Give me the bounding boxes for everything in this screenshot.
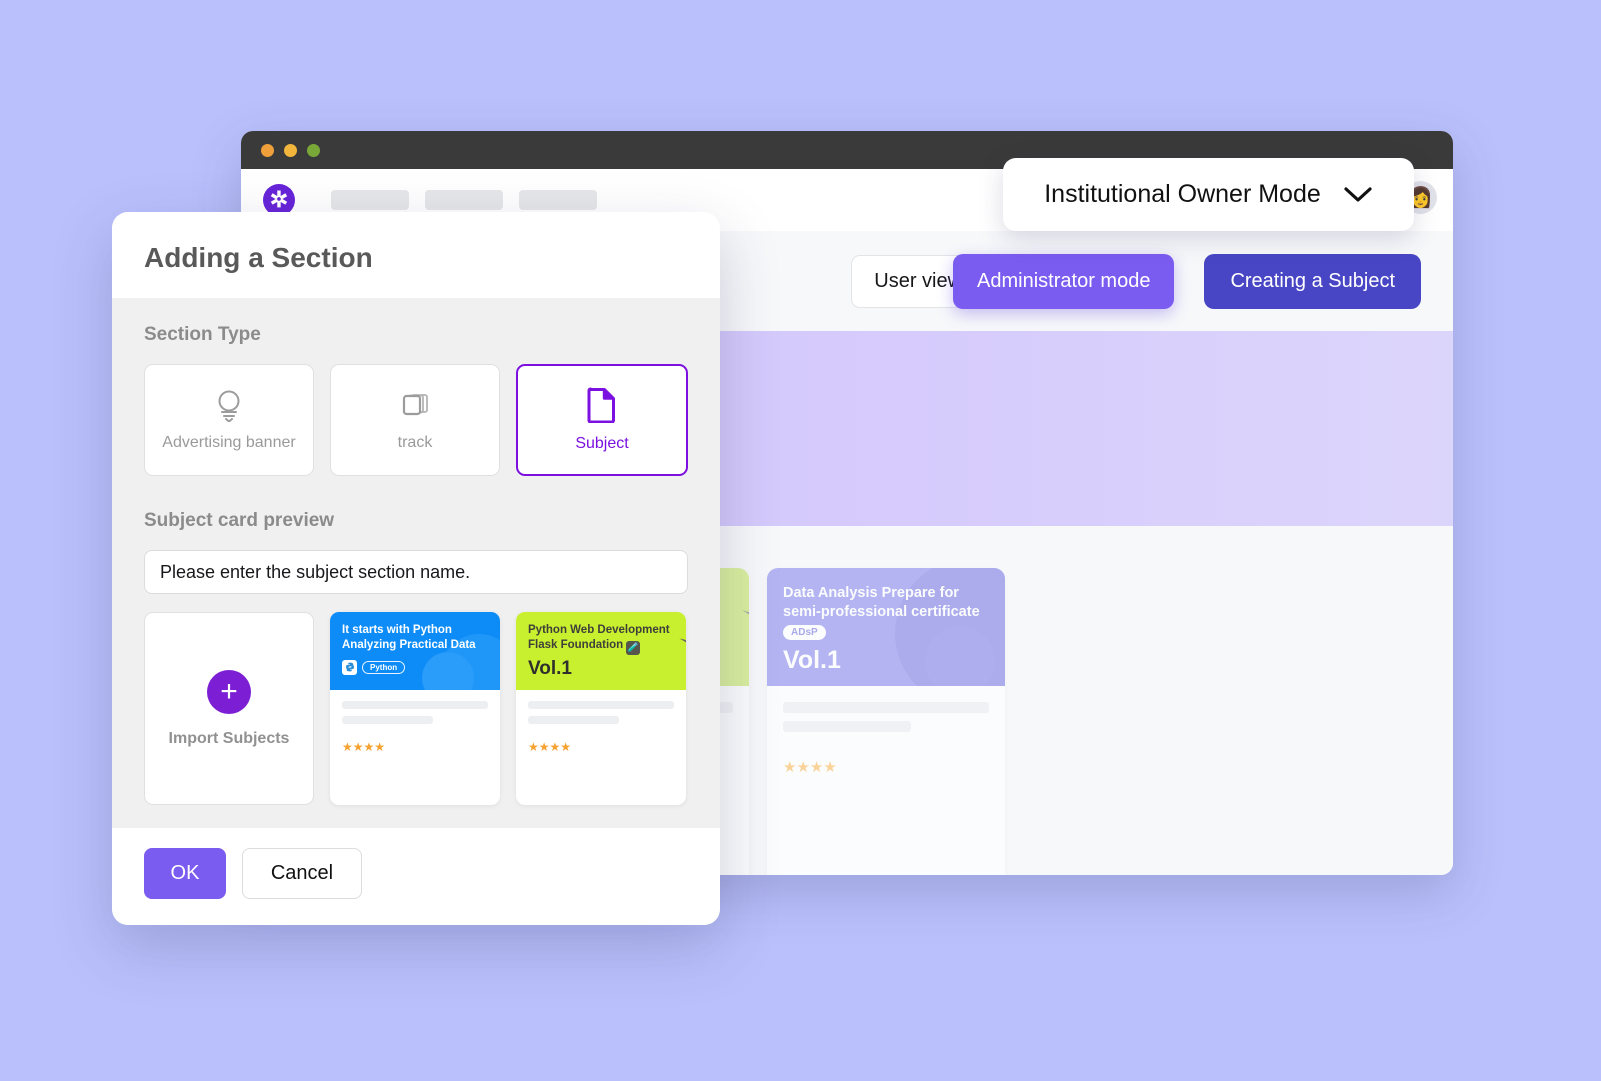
section-type-options: Advertising banner track Subject	[144, 364, 688, 476]
section-type-label-text: Subject	[575, 435, 629, 452]
card-body: ★★★★	[330, 690, 500, 765]
preview-cards-row: + Import Subjects It starts with Python …	[144, 612, 688, 805]
nav-placeholder-1[interactable]	[331, 190, 409, 210]
nav-placeholder-3[interactable]	[519, 190, 597, 210]
placeholder-bar	[783, 702, 989, 713]
python-tag: Python	[362, 660, 406, 674]
chevron-down-icon	[1343, 186, 1373, 204]
card-badges: Python	[342, 659, 488, 675]
plus-icon[interactable]: +	[207, 669, 251, 714]
layers-icon	[398, 388, 432, 422]
card-volume: Vol.1	[783, 646, 841, 675]
section-type-advertising-banner[interactable]: Advertising banner	[144, 364, 314, 476]
dialog-footer: OK Cancel	[112, 828, 720, 925]
cancel-button[interactable]: Cancel	[242, 848, 362, 899]
card-thumbnail: Data Analysis Prepare for semi-professio…	[767, 568, 1005, 686]
placeholder-bar	[528, 701, 674, 709]
card-title: Data Analysis Prepare for semi-professio…	[783, 585, 980, 620]
lightbulb-icon	[213, 388, 245, 422]
dialog-title: Adding a Section	[144, 242, 373, 273]
section-type-subject[interactable]: Subject	[516, 364, 688, 476]
administrator-mode-button[interactable]: Administrator mode	[953, 253, 1175, 309]
import-subjects-tile[interactable]: + Import Subjects	[144, 612, 314, 805]
adding-a-section-dialog: Adding a Section Section Type Advertisin…	[112, 212, 720, 925]
subject-card-preview-label: Subject card preview	[144, 510, 335, 531]
subject-section-name-input[interactable]	[144, 550, 688, 594]
rating-stars: ★★★★	[528, 740, 572, 754]
card-title: Python Web Development Flask Foundation🧪	[528, 623, 674, 655]
card-body: ★★★★	[767, 686, 1005, 792]
python-icon	[342, 659, 357, 675]
subject-card[interactable]: Data Analysis Prepare for semi-professio…	[767, 568, 1005, 875]
dialog-body: Section Type Advertising banner track Su…	[112, 298, 720, 828]
preview-card[interactable]: Python Web Development Flask Foundation 🧪…	[516, 612, 686, 805]
preview-card[interactable]: It starts with Python Analyzing Practica…	[330, 612, 500, 805]
ok-button[interactable]: OK	[144, 848, 226, 899]
flask-icon: 🧪	[626, 640, 641, 655]
placeholder-bar	[342, 716, 433, 724]
rating-stars: ★★★★	[783, 759, 837, 776]
certificate-badge: ADsP	[783, 625, 826, 641]
window-minimize-button[interactable]	[284, 143, 297, 157]
window-close-button[interactable]	[261, 143, 274, 157]
placeholder-bar	[342, 701, 488, 709]
rating-stars: ★★★★	[342, 740, 386, 754]
creating-a-subject-button[interactable]: Creating a Subject	[1204, 253, 1421, 309]
dialog-header: Adding a Section	[112, 212, 720, 298]
card-title: It starts with Python Analyzing Practica…	[342, 624, 476, 651]
card-thumbnail: It starts with Python Analyzing Practica…	[330, 612, 500, 690]
nav-placeholder-2[interactable]	[425, 190, 503, 210]
document-icon	[587, 387, 617, 423]
institutional-owner-mode-dropdown[interactable]: Institutional Owner Mode	[1003, 158, 1414, 231]
card-thumbnail: Python Web Development Flask Foundation🧪…	[516, 612, 686, 690]
placeholder-bar	[528, 716, 619, 724]
card-volume: Vol.1	[528, 657, 572, 679]
import-subjects-label: Import Subjects	[168, 729, 290, 747]
card-body: ★★★★	[516, 690, 686, 765]
section-type-label-text: Advertising banner	[162, 434, 296, 451]
placeholder-bar	[783, 721, 911, 732]
section-type-label: Section Type	[144, 324, 261, 345]
section-type-label-text: track	[397, 434, 433, 451]
section-type-track[interactable]: track	[330, 364, 500, 476]
dropdown-label: Institutional Owner Mode	[1044, 180, 1321, 208]
window-maximize-button[interactable]	[307, 143, 320, 157]
